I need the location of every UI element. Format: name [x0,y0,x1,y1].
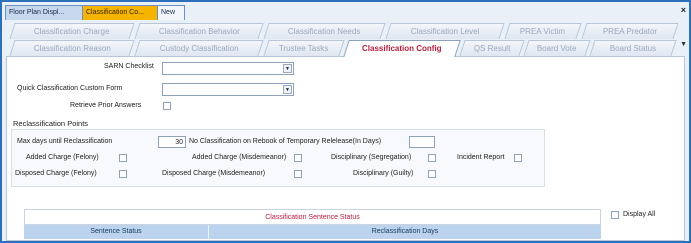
added-felony-checkbox[interactable] [119,154,127,162]
tab-label: QS Result [473,44,511,53]
tab-label: Classification Charge [34,27,110,36]
max-days-label: Max days until Reclassification [17,138,113,145]
disciplinary-guilty-label: Disciplinary (Guilty) [353,170,414,177]
incident-report-checkbox[interactable] [514,154,522,162]
sentence-status-table: Classification Sentence Status Sentence … [24,209,601,239]
tab-classification-level[interactable]: Classification Level [385,23,505,39]
tab-label: Classification Level [410,27,480,36]
tab-classification-behavior[interactable]: Classification Behavior [134,23,264,39]
column-header-reclassification-days[interactable]: Reclassification Days [209,225,601,239]
retrieve-prior-label: Retrieve Prior Answers [70,102,142,109]
close-icon[interactable]: × [681,5,686,15]
tab-board-vote[interactable]: Board Vote [523,40,591,56]
no-classification-label: No Classification on Rebook of Temporary… [189,138,382,145]
no-classification-input[interactable] [409,136,435,148]
reclassification-points-header: Reclassification Points [13,119,89,128]
reclassification-points-group: Max days until Reclassification 30 No Cl… [11,129,545,187]
classification-tab-strip: Classification Charge Classification Beh… [2,21,689,57]
disposed-misdemeanor-checkbox[interactable] [294,170,302,178]
tab-label: Classification Needs [288,27,361,36]
tab-label: Board Status [609,44,656,53]
disposed-misdemeanor-label: Disposed Charge (Misdemeanor) [162,170,266,177]
document-tab-bar: Floor Plan Displ... Classification Co...… [2,2,689,21]
tab-label: Classification Behavior [158,27,240,36]
tab-scroll-down-icon[interactable]: ▼ [680,41,687,48]
column-header-sentence-status[interactable]: Sentence Status [24,225,209,239]
disposed-felony-checkbox[interactable] [119,170,127,178]
incident-report-label: Incident Report [457,154,505,161]
tab-label: Trustee Tasks [279,44,329,53]
disciplinary-segregation-label: Disciplinary (Segregation) [331,154,412,161]
retrieve-prior-checkbox[interactable] [163,102,171,110]
tab-label: Custody Classification [159,44,239,53]
tab-qs-result[interactable]: QS Result [459,40,525,56]
window-frame: Floor Plan Displ... Classification Co...… [0,0,691,243]
sarn-checklist-label: SARN Checklist [104,63,154,70]
tab-classification-config[interactable]: Classification Config [343,40,461,57]
sentence-status-title: Classification Sentence Status [24,209,601,225]
doc-tab-floor-plan[interactable]: Floor Plan Displ... [5,5,85,20]
tab-custody-classification[interactable]: Custody Classification [134,40,264,56]
tab-classification-needs[interactable]: Classification Needs [263,23,386,39]
disciplinary-guilty-checkbox[interactable] [428,170,436,178]
tab-label: Board Vote [537,44,577,53]
disciplinary-segregation-checkbox[interactable] [428,154,436,162]
max-days-input[interactable]: 30 [158,136,186,148]
custom-form-label: Quick Classification Custom Form [17,85,123,92]
tab-label: Classification Reason [33,44,111,53]
sarn-checklist-select[interactable]: ▼ [162,62,294,75]
tab-row-2: Classification Reason Custody Classifica… [2,40,689,57]
disposed-felony-label: Disposed Charge (Felony) [15,170,97,177]
display-all-checkbox[interactable] [611,211,619,219]
sentence-status-header: Sentence Status Reclassification Days [24,225,601,239]
display-all-label: Display All [623,211,656,218]
tab-prea-victim[interactable]: PREA Victim [504,23,582,39]
tab-trustee-tasks[interactable]: Trustee Tasks [263,40,345,56]
tab-board-status[interactable]: Board Status [589,40,677,56]
classification-config-panel: SARN Checklist ▼ Quick Classification Cu… [6,56,685,241]
tab-label: PREA Predator [602,27,657,36]
added-misdemeanor-label: Added Charge (Misdemeanor) [192,154,287,161]
tab-label: Classification Config [362,44,442,53]
tab-row-1: Classification Charge Classification Beh… [2,23,689,39]
chevron-down-icon[interactable]: ▼ [283,85,292,94]
doc-tab-classification[interactable]: Classification Co... [82,5,160,20]
tab-label: PREA Victim [520,27,566,36]
chevron-down-icon[interactable]: ▼ [283,64,292,73]
custom-form-select[interactable]: ▼ [162,83,294,96]
added-misdemeanor-checkbox[interactable] [294,154,302,162]
tab-prea-predator[interactable]: PREA Predator [581,23,679,39]
tab-classification-reason[interactable]: Classification Reason [9,40,135,56]
tab-classification-charge[interactable]: Classification Charge [9,23,135,39]
added-felony-label: Added Charge (Felony) [26,154,99,161]
doc-tab-new[interactable]: New [157,5,185,20]
